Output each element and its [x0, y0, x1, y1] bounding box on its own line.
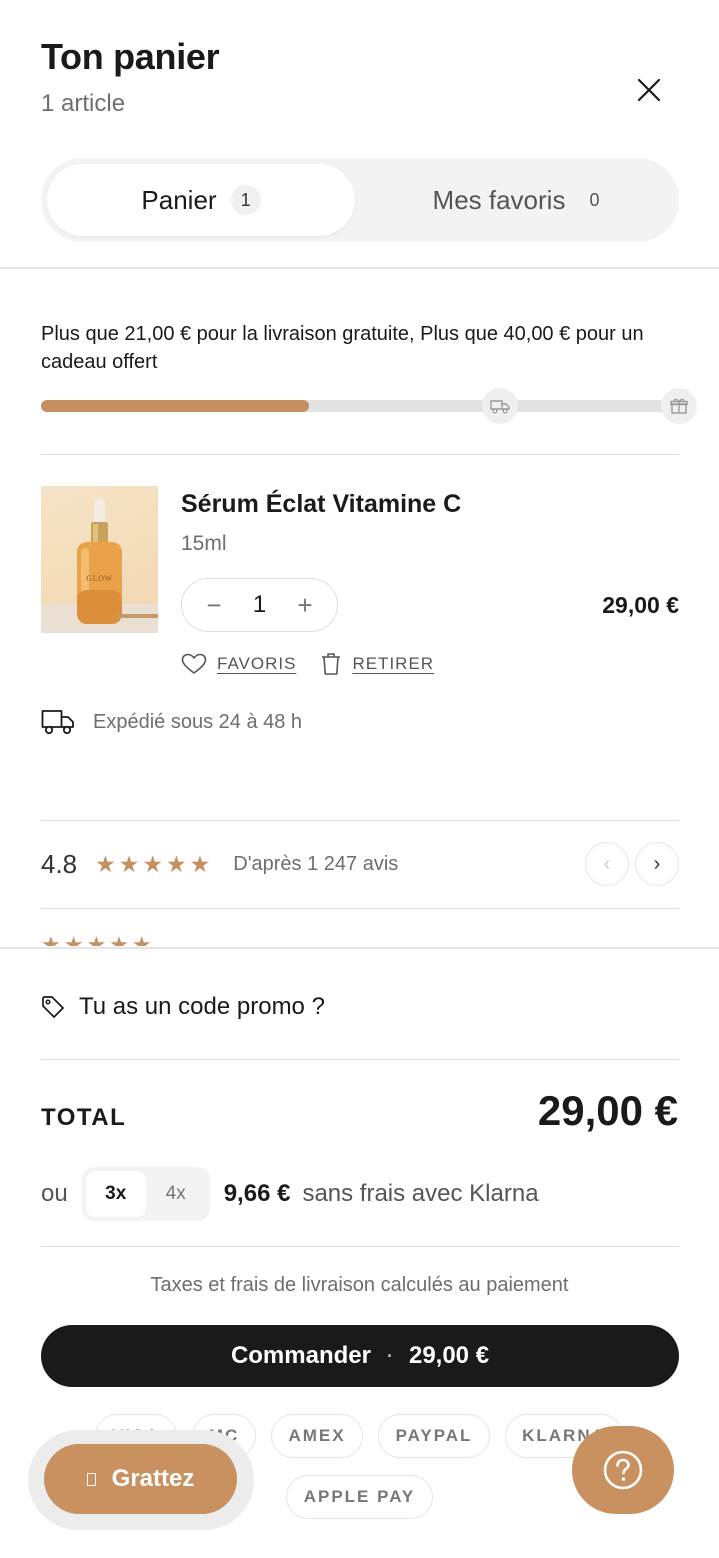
tab-cart-count: 1: [230, 185, 261, 215]
gift-icon: [670, 398, 688, 414]
reviews-prev-button[interactable]: ‹: [585, 842, 629, 886]
close-button[interactable]: [629, 70, 669, 110]
total-value: 29,00 €: [537, 1087, 678, 1134]
section-divider: [41, 1246, 679, 1247]
milestone-gift: [661, 388, 697, 424]
quantity-value[interactable]: 1: [253, 591, 266, 619]
favorites-label: FAVORIS: [217, 654, 297, 673]
payment-applepay-badge: APPLE PAY: [286, 1475, 433, 1519]
progress-fill: [41, 400, 309, 412]
installment-amount: 9,66 €: [223, 1180, 291, 1207]
ticket-icon: [86, 1472, 96, 1486]
shipping-estimate: Expédié sous 24 à 48 h: [41, 708, 302, 736]
taxes-note: Taxes et frais de livraison calculés au …: [150, 1274, 569, 1296]
scratch-card-button[interactable]: Grattez: [44, 1444, 237, 1514]
tab-cart-label: Panier: [141, 184, 217, 215]
section-divider: [41, 908, 679, 909]
product-variant: 15ml: [181, 532, 227, 555]
promo-code-label: Tu as un code promo ?: [79, 993, 325, 1020]
help-icon: [603, 1450, 643, 1490]
product-name[interactable]: Sérum Éclat Vitamine C: [181, 490, 461, 519]
line-item-actions: FAVORIS RETIRER: [181, 652, 458, 676]
shipping-estimate-text: Expédié sous 24 à 48 h: [93, 710, 303, 733]
item-count: 1 article: [41, 90, 126, 117]
tag-icon: [42, 996, 64, 1018]
checkout-label: Commander: [230, 1342, 371, 1369]
section-divider: [41, 820, 679, 821]
rating-stars: ★★★★★: [95, 850, 214, 877]
remove-item-button[interactable]: RETIRER: [320, 652, 434, 676]
rating-value: 4.8: [41, 848, 78, 879]
checkout-button[interactable]: Commander · 29,00 €: [41, 1325, 679, 1387]
remove-label: RETIRER: [352, 654, 435, 673]
reviews-summary: 4.8 ★★★★★ D'après 1 247 avis ‹ ›: [41, 842, 679, 886]
payment-amex-badge: AMEX: [271, 1414, 363, 1458]
trash-icon: [322, 653, 341, 675]
chevron-right-icon: ›: [653, 852, 661, 875]
increase-quantity-button[interactable]: +: [293, 590, 317, 621]
truck-icon: [490, 400, 510, 414]
help-button[interactable]: [572, 1426, 674, 1514]
cart-tabs: Panier 1 Mes favoris 0: [41, 158, 679, 242]
klarna-installments: ou 3x 4x 9,66 € sans frais avec Klarna: [41, 1167, 539, 1221]
checkout-amount: 29,00 €: [408, 1342, 490, 1369]
milestone-shipping: [482, 388, 518, 424]
section-divider: [41, 454, 679, 455]
serum-bottle-illustration: GLOW: [41, 498, 158, 633]
section-divider: [41, 1059, 679, 1060]
installment-option-4x[interactable]: 4x: [146, 1171, 206, 1217]
free-shipping-message: Plus que 21,00 € pour la livraison gratu…: [41, 323, 644, 373]
review-count: D'après 1 247 avis: [233, 852, 399, 875]
installment-option-3x[interactable]: 3x: [85, 1171, 146, 1217]
cart-header: Ton panier 1 article: [41, 36, 220, 118]
heart-icon: [181, 653, 207, 674]
klarna-suffix: sans frais avec Klarna: [302, 1180, 539, 1207]
reviews-next-button[interactable]: ›: [635, 842, 679, 886]
shipping-progress-bar: [41, 388, 697, 424]
header-divider: [0, 267, 719, 269]
tab-favorites-label: Mes favoris: [432, 184, 566, 215]
total-label: TOTAL: [41, 1104, 127, 1131]
tab-favorites-count: 0: [589, 189, 600, 210]
review-card-stars: ★★★★★: [41, 932, 155, 946]
page-title: Ton panier: [41, 36, 220, 77]
truck-icon: [41, 710, 74, 735]
add-to-favorites-button[interactable]: FAVORIS: [181, 653, 296, 675]
tab-favorites[interactable]: Mes favoris 0: [371, 164, 671, 236]
promo-code-toggle[interactable]: Tu as un code promo ?: [41, 993, 325, 1021]
product-price: 29,00 €: [602, 592, 679, 618]
checkout-separator: ·: [386, 1345, 393, 1366]
installment-toggle: 3x 4x: [81, 1167, 210, 1221]
close-icon: [637, 78, 661, 102]
scratch-card-label: Grattez: [111, 1465, 195, 1492]
klarna-prefix: ou: [41, 1180, 68, 1207]
product-image-label: GLOW: [86, 574, 112, 583]
quantity-stepper: − 1 +: [181, 578, 338, 632]
product-image[interactable]: GLOW: [41, 486, 158, 633]
payment-paypal-badge: PAYPAL: [378, 1414, 490, 1458]
tab-cart[interactable]: Panier 1: [47, 164, 355, 236]
decrease-quantity-button[interactable]: −: [202, 590, 226, 621]
chevron-left-icon: ‹: [603, 852, 611, 875]
